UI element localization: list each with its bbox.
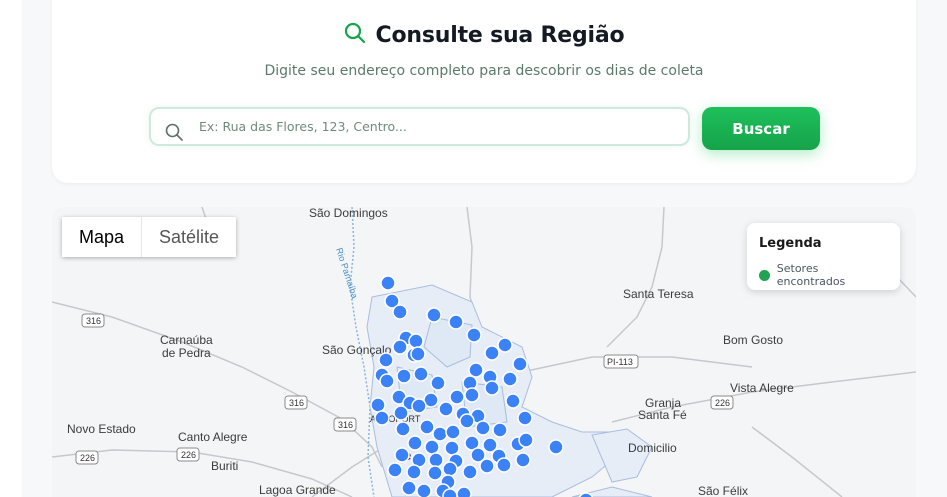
place-label: Vista Alegre [730, 381, 794, 395]
svg-text:316: 316 [289, 398, 304, 408]
search-field[interactable] [149, 107, 690, 146]
sector-marker[interactable] [502, 371, 518, 387]
sector-marker[interactable] [449, 389, 465, 405]
sector-marker[interactable] [396, 368, 412, 384]
place-label: São Félix [698, 484, 748, 497]
place-label: Santa Fé [638, 408, 687, 422]
sector-marker[interactable] [512, 356, 528, 372]
sector-marker[interactable] [426, 307, 442, 323]
sector-marker[interactable] [432, 426, 448, 442]
sector-marker[interactable] [496, 457, 512, 473]
map-type-satellite-button[interactable]: Satélite [141, 217, 237, 257]
sector-marker[interactable] [444, 440, 460, 456]
svg-text:226: 226 [80, 453, 95, 463]
sector-marker[interactable] [392, 304, 408, 320]
sector-marker[interactable] [442, 488, 458, 497]
place-label: São Domingos [309, 207, 388, 220]
sector-marker[interactable] [380, 275, 396, 291]
sector-marker[interactable] [445, 424, 461, 440]
sector-marker[interactable] [484, 345, 500, 361]
search-button[interactable]: Buscar [702, 107, 820, 150]
sector-marker[interactable] [518, 432, 534, 448]
sector-marker[interactable] [393, 405, 409, 421]
sector-marker[interactable] [515, 452, 531, 468]
map-view[interactable]: São Domingos Carnaúba de Pedra São Gonça… [52, 207, 916, 497]
river-label: Rio Parnaíba [334, 247, 360, 300]
legend-label: Setores encontrados [776, 262, 846, 288]
search-input[interactable] [151, 109, 688, 144]
place-label: Domicilio [628, 441, 677, 455]
sector-marker[interactable] [438, 401, 454, 417]
place-label: Carnaúba [160, 333, 213, 347]
sector-marker[interactable] [479, 458, 495, 474]
sector-marker[interactable] [462, 464, 478, 480]
map-legend: Legenda Setores encontrados [747, 223, 900, 290]
legend-item: Setores encontrados [759, 262, 888, 288]
search-icon [165, 123, 183, 145]
sector-marker[interactable] [387, 462, 403, 478]
page-title: Consulte sua Região [375, 22, 625, 48]
page-subtitle: Digite seu endereço completo para descob… [264, 63, 704, 79]
sector-marker[interactable] [419, 419, 435, 435]
search-icon [344, 22, 366, 48]
sector-marker[interactable] [492, 422, 508, 438]
sector-marker[interactable] [379, 373, 395, 389]
title-row: Consulte sua Região [52, 22, 916, 48]
sector-marker[interactable] [411, 398, 427, 414]
svg-text:PI-113: PI-113 [607, 357, 633, 367]
sector-marker[interactable] [459, 413, 475, 429]
svg-text:226: 226 [181, 450, 196, 460]
sector-marker[interactable] [468, 362, 484, 378]
sector-marker[interactable] [442, 461, 458, 477]
sector-marker[interactable] [378, 352, 394, 368]
sector-marker[interactable] [395, 421, 411, 437]
legend-dot [759, 269, 770, 281]
svg-text:226: 226 [715, 398, 730, 408]
sector-marker[interactable] [475, 420, 491, 436]
svg-text:316: 316 [86, 316, 101, 326]
search-card: Consulte sua Região Digite seu endereço … [52, 0, 916, 183]
svg-text:316: 316 [338, 420, 353, 430]
place-label: Bom Gosto [723, 333, 783, 347]
sector-marker[interactable] [407, 435, 423, 451]
sector-marker[interactable] [374, 410, 390, 426]
sector-marker[interactable] [410, 346, 426, 362]
sector-marker[interactable] [497, 337, 513, 353]
sector-marker[interactable] [416, 483, 432, 497]
sector-marker[interactable] [466, 327, 482, 343]
sector-marker[interactable] [424, 439, 440, 455]
place-label: Novo Estado [67, 422, 136, 436]
sector-marker[interactable] [370, 397, 386, 413]
sector-marker[interactable] [448, 314, 464, 330]
sector-marker[interactable] [505, 393, 521, 409]
place-label: Buriti [211, 459, 238, 473]
sector-marker[interactable] [401, 480, 417, 496]
sector-marker[interactable] [406, 464, 422, 480]
place-label: Canto Alegre [178, 430, 248, 444]
place-label: Santa Teresa [623, 287, 694, 301]
sector-marker[interactable] [413, 366, 429, 382]
place-label: de Pedra [162, 346, 211, 360]
map-type-control[interactable]: Mapa Satélite [62, 217, 237, 257]
legend-title: Legenda [759, 236, 822, 251]
sector-marker[interactable] [428, 452, 444, 468]
sector-marker[interactable] [408, 333, 424, 349]
sector-marker[interactable] [517, 410, 533, 426]
sector-marker[interactable] [392, 339, 408, 355]
sector-marker[interactable] [464, 387, 480, 403]
map-type-map-button[interactable]: Mapa [62, 217, 142, 257]
place-label: Lagoa Grande [259, 483, 336, 497]
sector-marker[interactable] [456, 486, 472, 497]
sector-marker[interactable] [430, 375, 446, 391]
sector-marker[interactable] [548, 439, 564, 455]
sector-marker[interactable] [484, 380, 500, 396]
sector-marker[interactable] [427, 465, 443, 481]
sector-marker[interactable] [394, 447, 410, 463]
